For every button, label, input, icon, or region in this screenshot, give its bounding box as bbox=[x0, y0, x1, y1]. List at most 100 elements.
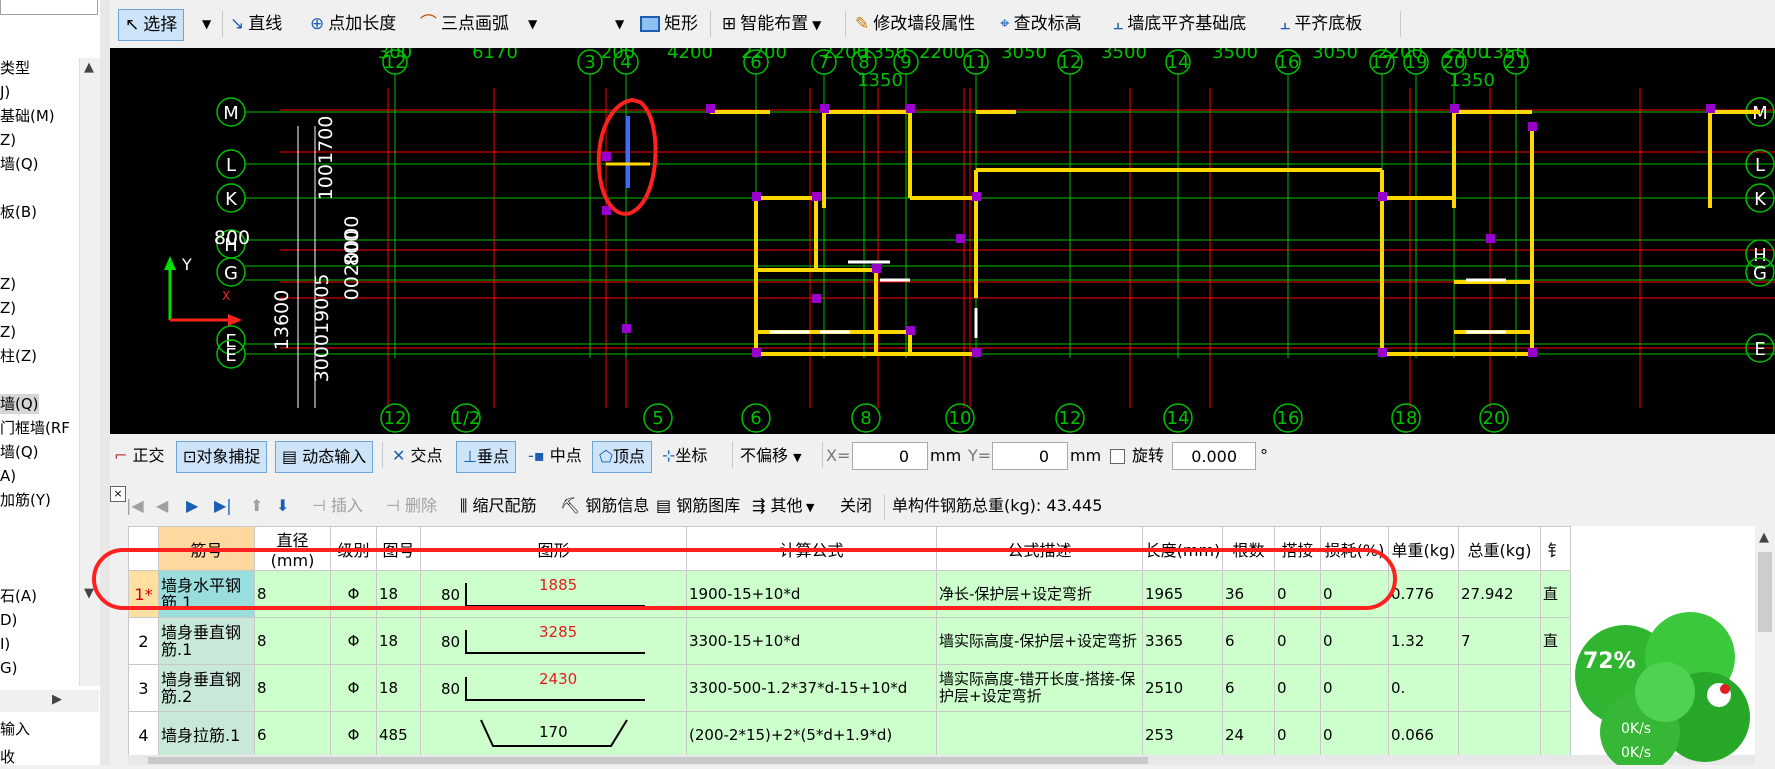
rebar-name-cell[interactable]: 墙身拉筋.1 bbox=[158, 711, 255, 759]
figure-no-cell[interactable]: 485 bbox=[376, 711, 421, 759]
drawing-canvas[interactable]: 300 6170 200 4200 2200 2200 1350 2200 3050 3500 35… bbox=[110, 48, 1775, 434]
wall-bottom-button[interactable]: ⫠ 墙底平齐基础底 bbox=[1113, 9, 1246, 39]
unit-weight-cell[interactable]: 0.776 bbox=[1388, 570, 1459, 618]
column-header[interactable]: 损耗(%) bbox=[1320, 526, 1389, 571]
column-header[interactable]: 总重(kg) bbox=[1458, 526, 1541, 571]
diameter-cell[interactable]: 8 bbox=[254, 617, 331, 665]
shape-cell[interactable]: 80 3285 bbox=[420, 617, 687, 665]
tree-item[interactable]: 石(A) bbox=[0, 586, 37, 606]
rotate-checkbox[interactable] bbox=[1110, 449, 1125, 464]
other-button[interactable]: ⇶ 其他 ▼ bbox=[752, 491, 814, 521]
shape-cell[interactable]: 170 bbox=[420, 711, 687, 759]
dynamic-input-button[interactable]: ▤ 动态输入 bbox=[275, 441, 374, 473]
figure-no-cell[interactable]: 18 bbox=[376, 664, 421, 712]
check-elev-button[interactable]: ⌖ 查改标高 bbox=[1000, 9, 1082, 39]
loss-cell[interactable]: 0 bbox=[1320, 617, 1389, 665]
table-row[interactable]: 2 墙身垂直钢筋.1 8 Φ 18 80 3285 3300-15+10*d 墙实际高度-保护层… bbox=[128, 617, 1571, 665]
prev-icon[interactable]: ◀ bbox=[156, 491, 168, 521]
shape-dropdown-icon[interactable]: ▼ bbox=[615, 9, 624, 39]
left-top-box[interactable] bbox=[0, 0, 98, 15]
cad-drawing[interactable]: 300 6170 200 4200 2200 22001350 2200 3050 3500 35… bbox=[110, 48, 1775, 434]
x-input[interactable]: 0 bbox=[852, 442, 928, 470]
column-header[interactable]: 根数 bbox=[1222, 526, 1275, 571]
description-cell[interactable]: 净长-保护层+设定弯折 bbox=[936, 570, 1143, 618]
count-cell[interactable]: 6 bbox=[1222, 664, 1275, 712]
select-dropdown-icon[interactable]: ▼ bbox=[202, 9, 211, 39]
coord-button[interactable]: ⊹坐标 bbox=[662, 441, 707, 471]
network-speed-widget[interactable]: 72% 0K/s 0K/s bbox=[1555, 597, 1770, 769]
rect-button[interactable]: 矩形 bbox=[640, 9, 698, 39]
intersect-button[interactable]: ✕ 交点 bbox=[392, 441, 443, 471]
row-number[interactable]: 1* bbox=[128, 570, 159, 618]
tree-item[interactable]: Z) bbox=[0, 298, 16, 318]
rebar-info-button[interactable]: ⛏ 钢筋信息 bbox=[560, 491, 649, 521]
column-header[interactable]: 钅 bbox=[1540, 526, 1571, 571]
smart-layout-button[interactable]: ⊞ 智能布置 ▼ bbox=[722, 9, 821, 39]
formula-cell[interactable]: 1900-15+10*d bbox=[686, 570, 937, 618]
unit-weight-cell[interactable]: 0.066 bbox=[1388, 711, 1459, 759]
length-cell[interactable]: 1965 bbox=[1142, 570, 1223, 618]
column-header[interactable]: 筋号 bbox=[158, 526, 255, 571]
offset-select[interactable]: 不偏移 ▼ bbox=[740, 441, 802, 471]
object-snap-button[interactable]: ⊡对象捕捉 bbox=[176, 441, 268, 473]
tree-item[interactable]: 加筋(Y) bbox=[0, 490, 51, 510]
rebar-name-cell[interactable]: 墙身水平钢筋.1 bbox=[158, 570, 255, 618]
grade-cell[interactable]: Φ bbox=[330, 664, 377, 712]
tree-item[interactable]: 板(B) bbox=[0, 202, 37, 222]
arc-dropdown-icon[interactable]: ▼ bbox=[528, 9, 537, 39]
arc-button[interactable]: ⌒ 三点画弧 bbox=[420, 9, 509, 39]
up-icon[interactable]: ⬆ bbox=[250, 491, 263, 521]
tree-item[interactable]: D) bbox=[0, 610, 17, 630]
insert-button[interactable]: ⊣ 插入 bbox=[312, 491, 363, 521]
delete-button[interactable]: ⊣ 删除 bbox=[386, 491, 437, 521]
tree-item[interactable]: 墙(Q) bbox=[0, 394, 39, 414]
unit-weight-cell[interactable]: 0. bbox=[1388, 664, 1459, 712]
point-length-button[interactable]: ⊕ 点加长度 bbox=[310, 9, 396, 39]
column-header[interactable]: 直径(mm) bbox=[254, 526, 331, 571]
y-input[interactable]: 0 bbox=[992, 442, 1068, 470]
column-header[interactable]: 级别 bbox=[330, 526, 377, 571]
tree-item[interactable]: 门框墙(RF bbox=[0, 418, 70, 438]
down-icon[interactable]: ⬇ bbox=[276, 491, 289, 521]
formula-cell[interactable]: 3300-15+10*d bbox=[686, 617, 937, 665]
total-weight-cell[interactable] bbox=[1458, 711, 1541, 759]
length-cell[interactable]: 2510 bbox=[1142, 664, 1223, 712]
mid-button[interactable]: -▪ 中点 bbox=[528, 441, 582, 471]
rebar-name-cell[interactable]: 墙身垂直钢筋.2 bbox=[158, 664, 255, 712]
tree-item[interactable]: A) bbox=[0, 466, 16, 486]
scroll-up-icon[interactable]: ▲ bbox=[84, 60, 94, 75]
count-cell[interactable]: 6 bbox=[1222, 617, 1275, 665]
scroll-up-icon[interactable]: ▲ bbox=[1759, 530, 1769, 545]
lap-cell[interactable]: 0 bbox=[1274, 570, 1321, 618]
left-scrollbar[interactable]: ▲ ▼ bbox=[79, 58, 100, 686]
tree-item[interactable]: 柱(Z) bbox=[0, 346, 37, 366]
rotate-input[interactable]: 0.000 bbox=[1172, 442, 1256, 470]
grade-cell[interactable]: Φ bbox=[330, 711, 377, 759]
formula-cell[interactable]: (200-2*15)+2*(5*d+1.9*d) bbox=[686, 711, 937, 759]
left-bottom-item[interactable]: 收 bbox=[0, 746, 15, 767]
loss-cell[interactable]: 0 bbox=[1320, 711, 1389, 759]
scroll-down-icon[interactable]: ▼ bbox=[84, 586, 94, 601]
description-cell[interactable]: 墙实际高度-保护层+设定弯折 bbox=[936, 617, 1143, 665]
flush-slab-button[interactable]: ⫠ 平齐底板 bbox=[1280, 9, 1362, 39]
select-button[interactable]: ↖ 选择 bbox=[118, 9, 185, 41]
perp-button[interactable]: ⊥垂点 bbox=[456, 441, 516, 473]
tree-item[interactable]: 类型 bbox=[0, 58, 30, 78]
tree-item[interactable]: Z) bbox=[0, 130, 16, 150]
column-header[interactable]: 单重(kg) bbox=[1388, 526, 1459, 571]
tree-item[interactable]: Z) bbox=[0, 274, 16, 294]
tree-item[interactable]: Z) bbox=[0, 322, 16, 342]
total-weight-cell[interactable]: 7 bbox=[1458, 617, 1541, 665]
column-header[interactable]: 计算公式 bbox=[686, 526, 937, 571]
vertex-button[interactable]: ⬠顶点 bbox=[592, 441, 652, 473]
table-hscrollbar[interactable] bbox=[128, 755, 1755, 765]
column-header[interactable]: 图形 bbox=[420, 526, 687, 571]
shape-cell[interactable]: 80 1885 bbox=[420, 570, 687, 618]
hscroll-thumb[interactable] bbox=[148, 757, 1148, 764]
table-row[interactable]: 4 墙身拉筋.1 6 Φ 485 170 (200-2*15)+2*(5*d+1.9*d) 2… bbox=[128, 711, 1571, 759]
count-cell[interactable]: 24 bbox=[1222, 711, 1275, 759]
diameter-cell[interactable]: 6 bbox=[254, 711, 331, 759]
rebar-name-cell[interactable]: 墙身垂直钢筋.1 bbox=[158, 617, 255, 665]
left-bottom-item[interactable]: 输入 bbox=[0, 718, 30, 739]
tree-item[interactable]: I) bbox=[0, 634, 10, 654]
